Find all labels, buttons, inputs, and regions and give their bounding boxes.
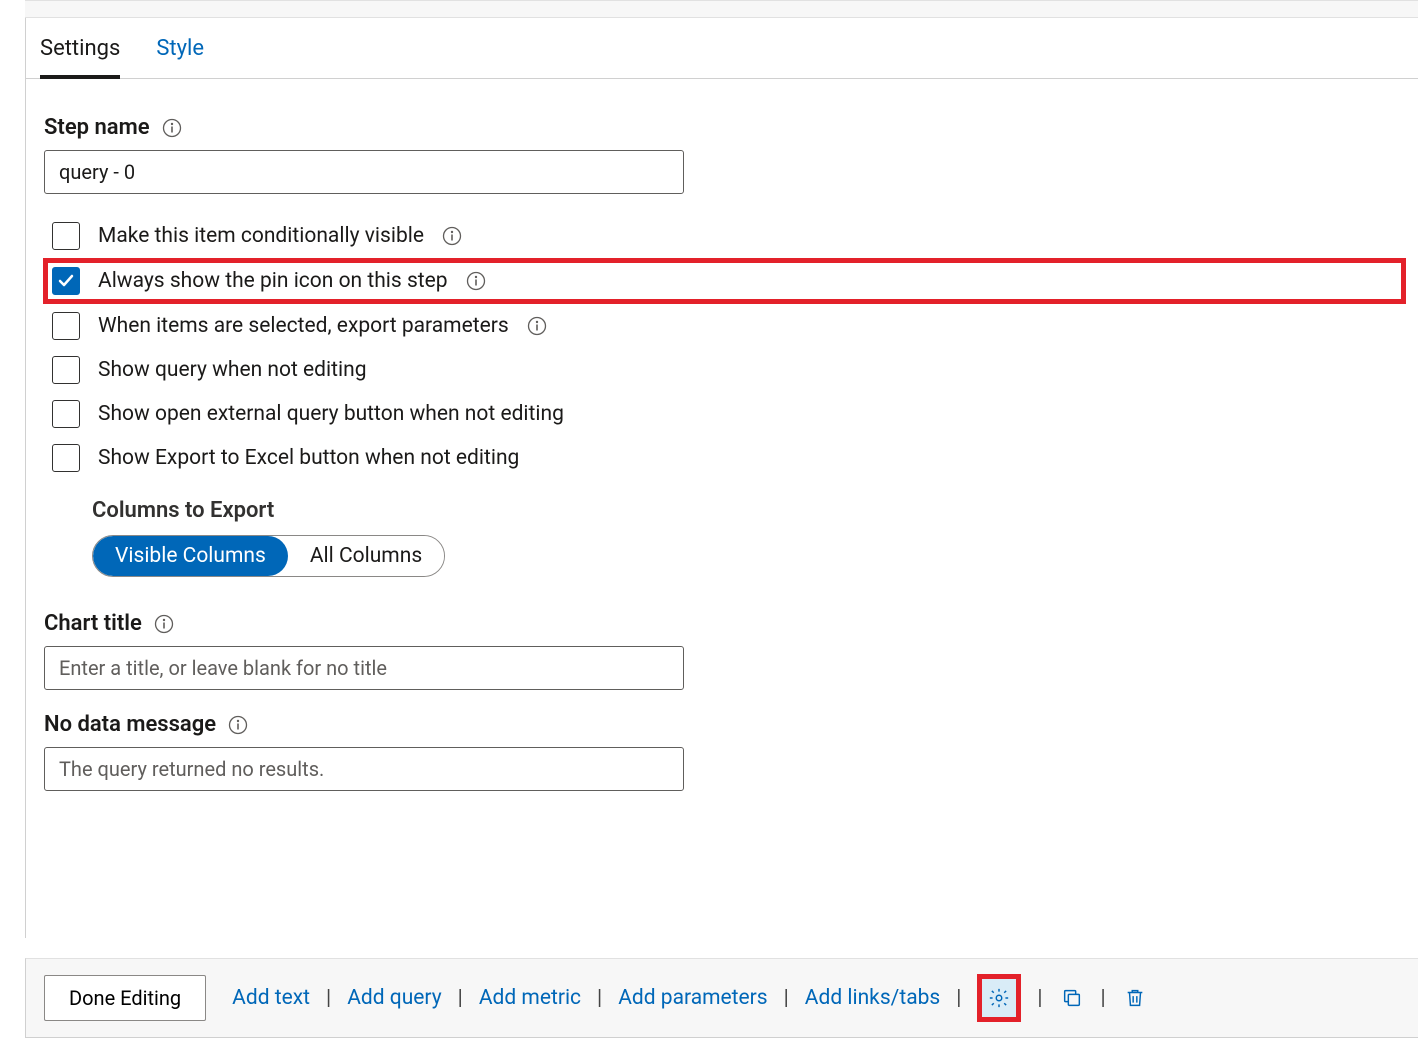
columns-export-toggle: Visible Columns All Columns: [92, 535, 445, 577]
info-icon[interactable]: [162, 118, 182, 138]
tab-settings[interactable]: Settings: [40, 36, 120, 79]
add-links-tabs-link[interactable]: Add links/tabs: [805, 986, 940, 1010]
checkbox-row-export-params: When items are selected, export paramete…: [44, 304, 1406, 348]
checkbox-label: Make this item conditionally visible: [98, 224, 424, 248]
checkbox-label: Show Export to Excel button when not edi…: [98, 446, 519, 470]
checkbox-show-excel[interactable]: [52, 444, 80, 472]
settings-panel: Settings Style Step name Make this item …: [25, 18, 1418, 938]
pill-visible-columns[interactable]: Visible Columns: [93, 536, 288, 576]
no-data-input[interactable]: [44, 747, 684, 791]
separator: |: [952, 986, 965, 1010]
checkbox-row-show-excel: Show Export to Excel button when not edi…: [44, 436, 1406, 480]
checkbox-always-pin[interactable]: [52, 267, 80, 295]
separator: |: [1033, 986, 1046, 1010]
add-metric-link[interactable]: Add metric: [479, 986, 581, 1010]
info-icon[interactable]: [466, 271, 486, 291]
checkbox-conditionally-visible[interactable]: [52, 222, 80, 250]
add-query-link[interactable]: Add query: [347, 986, 441, 1010]
header-strip: [25, 0, 1418, 18]
checkbox-label: Show open external query button when not…: [98, 402, 564, 426]
checkbox-row-conditionally-visible: Make this item conditionally visible: [44, 214, 1406, 258]
checkbox-export-params[interactable]: [52, 312, 80, 340]
separator: |: [780, 986, 793, 1010]
separator: |: [593, 986, 606, 1010]
gear-icon[interactable]: [986, 985, 1012, 1011]
step-name-input[interactable]: [44, 150, 684, 194]
checkbox-label: Always show the pin icon on this step: [98, 269, 448, 293]
tab-style[interactable]: Style: [156, 36, 204, 78]
checkbox-label: When items are selected, export paramete…: [98, 314, 509, 338]
info-icon[interactable]: [228, 715, 248, 735]
columns-to-export-section: Columns to Export Visible Columns All Co…: [92, 498, 1406, 577]
tab-bar: Settings Style: [26, 18, 1418, 79]
pill-all-columns[interactable]: All Columns: [288, 536, 444, 576]
checkbox-show-query[interactable]: [52, 356, 80, 384]
checkbox-label: Show query when not editing: [98, 358, 367, 382]
add-text-link[interactable]: Add text: [232, 986, 310, 1010]
info-icon[interactable]: [527, 316, 547, 336]
advanced-settings-highlight: [977, 974, 1021, 1022]
info-icon[interactable]: [442, 226, 462, 246]
trash-icon[interactable]: [1122, 985, 1148, 1011]
no-data-label-text: No data message: [44, 712, 216, 737]
checkbox-row-show-query: Show query when not editing: [44, 348, 1406, 392]
step-name-label-text: Step name: [44, 115, 150, 140]
done-editing-button[interactable]: Done Editing: [44, 975, 206, 1021]
chart-title-label: Chart title: [44, 611, 1406, 636]
no-data-label: No data message: [44, 712, 1406, 737]
copy-icon[interactable]: [1059, 985, 1085, 1011]
step-name-label: Step name: [44, 115, 1406, 140]
checkbox-row-show-external: Show open external query button when not…: [44, 392, 1406, 436]
add-parameters-link[interactable]: Add parameters: [618, 986, 767, 1010]
chart-title-label-text: Chart title: [44, 611, 142, 636]
separator: |: [1097, 986, 1110, 1010]
checkbox-show-external[interactable]: [52, 400, 80, 428]
columns-to-export-title: Columns to Export: [92, 498, 1406, 523]
info-icon[interactable]: [154, 614, 174, 634]
chart-title-input[interactable]: [44, 646, 684, 690]
footer-toolbar: Done Editing Add text | Add query | Add …: [25, 958, 1418, 1038]
checkbox-row-always-pin: Always show the pin icon on this step: [43, 258, 1406, 304]
separator: |: [454, 986, 467, 1010]
separator: |: [322, 986, 335, 1010]
